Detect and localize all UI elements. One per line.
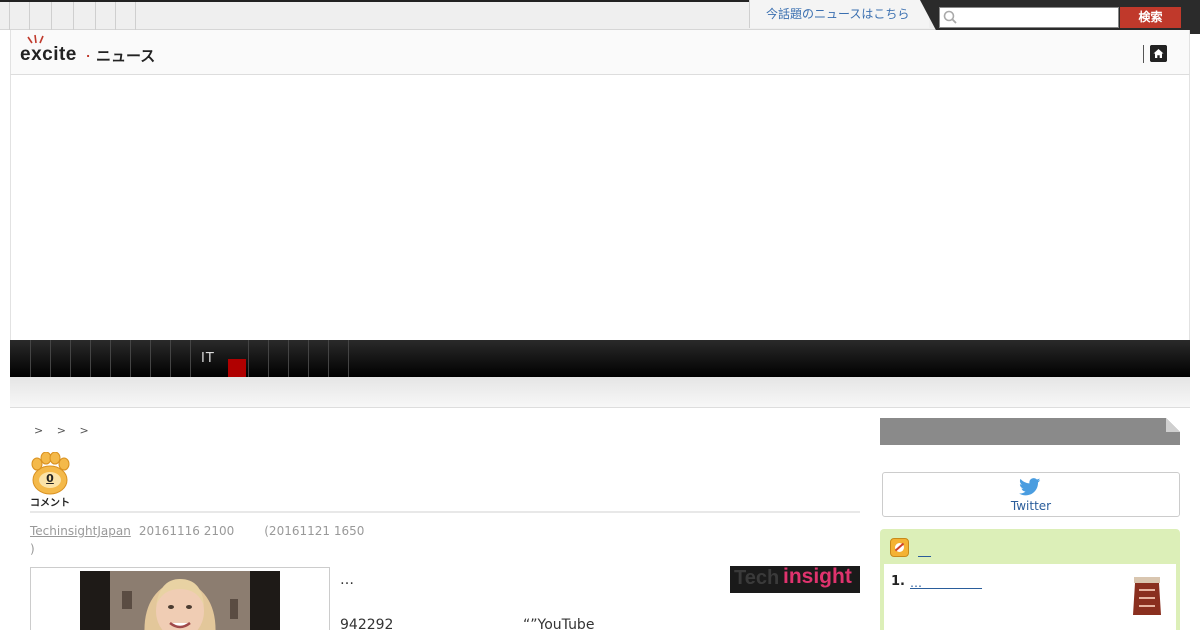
ranking-thumbnail[interactable] <box>1130 573 1164 619</box>
logo-dot: . <box>86 47 91 60</box>
category-tab[interactable] <box>50 340 70 377</box>
breadcrumb-separator[interactable]: > <box>34 424 43 437</box>
breadcrumb-separator[interactable]: > <box>79 424 88 437</box>
article-source-link[interactable]: TechinsightJapan <box>30 524 131 538</box>
breadcrumb-separator[interactable]: > <box>57 424 66 437</box>
article-text: “”YouTube <box>523 617 595 630</box>
logo-service-name[interactable]: ニュース <box>96 45 155 66</box>
hot-news-link[interactable]: 今話題のニュースはこちら <box>749 0 929 28</box>
ranking-icon <box>890 538 909 557</box>
comment-count[interactable]: 0 <box>28 472 72 485</box>
article-byline: TechinsightJapan 20161116 2100 (20161121 1… <box>30 522 450 558</box>
category-tab[interactable] <box>150 340 170 377</box>
logo-rays-icon <box>27 34 44 44</box>
ranking-item-link[interactable]: …＿＿＿＿＿ <box>910 574 993 591</box>
article-date: 20161116 2100 <box>138 524 235 538</box>
category-nav: IT <box>10 340 1190 377</box>
utility-tab[interactable] <box>95 2 116 30</box>
active-category-indicator <box>228 359 246 377</box>
utility-tab[interactable] <box>31 2 52 30</box>
search-icon <box>943 10 957 24</box>
twitter-label[interactable]: Twitter <box>882 499 1180 513</box>
search-button[interactable]: 検索 <box>1120 7 1181 28</box>
category-tab[interactable] <box>30 340 50 377</box>
article-updated-close: ) <box>30 542 35 556</box>
category-tab[interactable] <box>308 340 328 377</box>
logo-brand[interactable]: excite <box>20 44 77 66</box>
article-updated-date: (20161121 1650 <box>264 524 365 538</box>
ad-area <box>10 75 1190 340</box>
category-tab[interactable] <box>348 340 368 377</box>
twitter-bird-icon <box>1019 478 1041 496</box>
article-photo[interactable] <box>80 571 280 630</box>
sub-nav <box>10 377 1190 408</box>
category-tab[interactable] <box>288 340 308 377</box>
home-icon[interactable] <box>1150 45 1167 62</box>
source-logo-text: insight <box>783 565 852 588</box>
utility-tab[interactable] <box>115 2 136 30</box>
ranking-title-link[interactable]: ＿ <box>918 540 931 559</box>
divider <box>1143 45 1144 63</box>
category-tab[interactable] <box>70 340 90 377</box>
person-photo-icon <box>80 571 280 630</box>
category-tab-it[interactable]: IT <box>190 340 228 377</box>
comment-label: コメント <box>30 498 70 509</box>
category-tab[interactable] <box>248 340 268 377</box>
ranking-number: 1. <box>891 574 905 589</box>
category-tab[interactable] <box>130 340 150 377</box>
utility-tab[interactable] <box>75 2 96 30</box>
article-text: … <box>340 572 354 588</box>
page: 今話題のニュースはこちら 検索 excite . ニュース IT > > > 0… <box>0 0 1200 630</box>
utility-tab[interactable] <box>9 2 30 30</box>
category-tab[interactable] <box>170 340 190 377</box>
category-tab-label: IT <box>201 351 215 366</box>
breadcrumb: > > > <box>34 424 99 437</box>
divider <box>30 511 860 513</box>
category-tab[interactable] <box>268 340 288 377</box>
category-tab[interactable] <box>90 340 110 377</box>
category-tab[interactable] <box>110 340 130 377</box>
sidebar-header <box>880 418 1180 445</box>
article-text: 942292 <box>340 617 394 630</box>
source-logo-text: Tech <box>734 567 780 589</box>
category-tab[interactable] <box>328 340 348 377</box>
search-input[interactable] <box>939 7 1119 28</box>
logo-row <box>10 30 1190 75</box>
sidebar-header-fold <box>1166 418 1180 432</box>
utility-tab[interactable] <box>53 2 74 30</box>
